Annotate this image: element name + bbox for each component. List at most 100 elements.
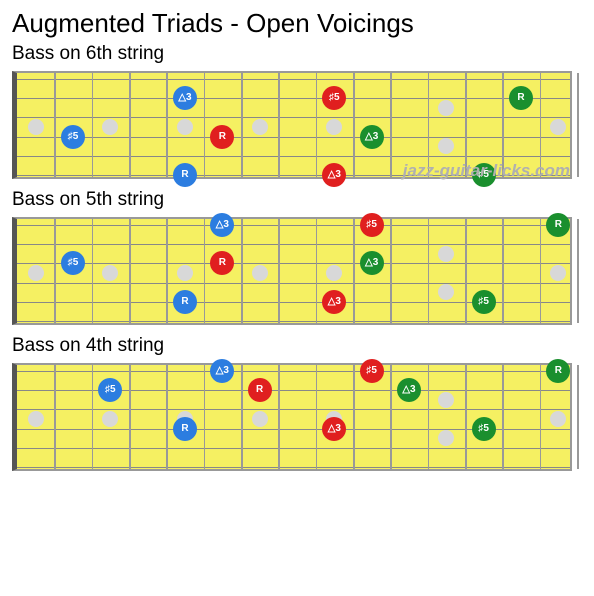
fret-line — [502, 365, 504, 469]
fret-line — [316, 73, 318, 177]
note-dot: △3 — [322, 417, 346, 441]
note-dot: ♯5 — [61, 251, 85, 275]
note-dot: △3 — [322, 163, 346, 187]
note-dot: ♯5 — [360, 359, 384, 383]
fret-line — [428, 365, 430, 469]
fret-inlay — [326, 265, 342, 281]
note-dot: △3 — [210, 359, 234, 383]
diagram-title: Bass on 4th string — [12, 335, 582, 357]
string-line — [17, 98, 570, 99]
string-line — [17, 225, 570, 226]
fretboard: ♯5R△3R△3♯5△3♯5R — [12, 217, 572, 325]
fret-inlay — [28, 265, 44, 281]
fret-inlay — [438, 100, 454, 116]
fret-inlay — [102, 119, 118, 135]
fret-inlay — [252, 411, 268, 427]
fret-line — [129, 365, 131, 469]
fret-line — [502, 219, 504, 323]
fret-line — [278, 219, 280, 323]
fret-line — [540, 73, 542, 177]
fret-line — [278, 73, 280, 177]
string-line — [17, 321, 570, 322]
fret-line — [129, 219, 131, 323]
fret-line — [166, 73, 168, 177]
fret-inlay — [438, 430, 454, 446]
fret-line — [316, 365, 318, 469]
fret-line — [465, 73, 467, 177]
fretboard: ♯5R△3R△3♯5△3♯5R — [12, 363, 572, 471]
note-dot: R — [173, 417, 197, 441]
fretboard-diagram: Bass on 5th string♯5R△3R△3♯5△3♯5R — [12, 189, 582, 325]
note-dot: △3 — [397, 378, 421, 402]
note-dot: △3 — [210, 213, 234, 237]
note-dot: ♯5 — [61, 125, 85, 149]
fret-line — [353, 73, 355, 177]
string-line — [17, 156, 570, 157]
fret-line — [390, 365, 392, 469]
fret-line — [353, 219, 355, 323]
string-line — [17, 79, 570, 80]
fret-line — [428, 73, 430, 177]
fret-line — [241, 365, 243, 469]
string-line — [17, 263, 570, 264]
fret-inlay — [177, 265, 193, 281]
string-line — [17, 283, 570, 284]
fret-line — [54, 219, 56, 323]
string-line — [17, 244, 570, 245]
fret-inlay — [326, 119, 342, 135]
fret-inlay — [438, 138, 454, 154]
fret-line — [390, 73, 392, 177]
fret-inlay — [438, 392, 454, 408]
fret-line — [577, 365, 579, 469]
fret-inlay — [550, 265, 566, 281]
fret-line — [54, 73, 56, 177]
note-dot: △3 — [360, 251, 384, 275]
fret-line — [241, 219, 243, 323]
note-dot: △3 — [173, 86, 197, 110]
fret-line — [540, 219, 542, 323]
note-dot: R — [210, 251, 234, 275]
note-dot: R — [546, 213, 570, 237]
fret-inlay — [550, 411, 566, 427]
fret-line — [92, 73, 94, 177]
note-dot: ♯5 — [472, 163, 496, 187]
fret-line — [278, 365, 280, 469]
fret-inlay — [252, 119, 268, 135]
string-line — [17, 371, 570, 372]
fret-line — [54, 365, 56, 469]
string-line — [17, 448, 570, 449]
fret-line — [241, 73, 243, 177]
note-dot: R — [210, 125, 234, 149]
fret-inlay — [28, 119, 44, 135]
fret-line — [129, 73, 131, 177]
fret-inlay — [550, 119, 566, 135]
diagram-title: Bass on 6th string — [12, 43, 582, 65]
fret-inlay — [177, 119, 193, 135]
note-dot: R — [173, 290, 197, 314]
fret-inlay — [252, 265, 268, 281]
fret-line — [166, 365, 168, 469]
page-title: Augmented Triads - Open Voicings — [12, 8, 582, 39]
fretboard-diagram: Bass on 6th string♯5R△3R△3♯5△3♯5Rjazz-gu… — [12, 43, 582, 179]
note-dot: ♯5 — [360, 213, 384, 237]
string-line — [17, 117, 570, 118]
fret-line — [577, 219, 579, 323]
note-dot: △3 — [322, 290, 346, 314]
fret-line — [540, 365, 542, 469]
diagram-title: Bass on 5th string — [12, 189, 582, 211]
fret-inlay — [438, 246, 454, 262]
fret-line — [204, 365, 206, 469]
fret-line — [92, 365, 94, 469]
fret-line — [428, 219, 430, 323]
note-dot: ♯5 — [98, 378, 122, 402]
fret-line — [390, 219, 392, 323]
string-line — [17, 409, 570, 410]
fret-line — [316, 219, 318, 323]
note-dot: ♯5 — [472, 290, 496, 314]
fret-line — [166, 219, 168, 323]
fret-line — [204, 73, 206, 177]
note-dot: △3 — [360, 125, 384, 149]
fret-line — [465, 365, 467, 469]
note-dot: ♯5 — [322, 86, 346, 110]
note-dot: R — [509, 86, 533, 110]
